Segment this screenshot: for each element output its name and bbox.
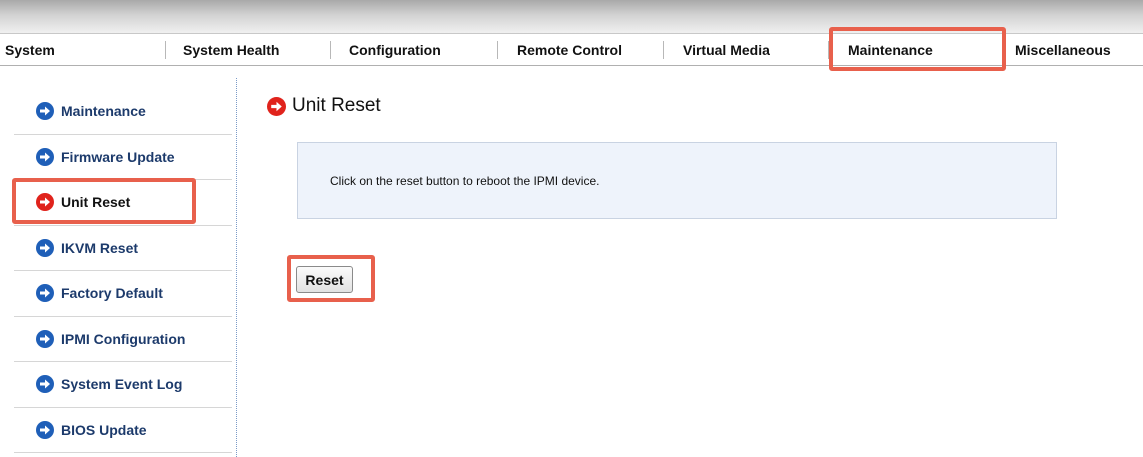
nav-separator xyxy=(828,41,829,59)
sidebar-item-label: IKVM Reset xyxy=(61,239,139,256)
sidebar-item-factory-default[interactable]: Factory Default xyxy=(14,271,232,317)
nav-separator xyxy=(497,41,498,59)
page-title: Unit Reset xyxy=(267,95,381,117)
sidebar-item-label: BIOS Update xyxy=(61,421,147,438)
sidebar-item-label: Unit Reset xyxy=(61,194,131,211)
nav-miscellaneous[interactable]: Miscellaneous xyxy=(1015,34,1111,66)
nav-system[interactable]: System xyxy=(5,34,55,66)
info-text: Click on the reset button to reboot the … xyxy=(330,174,600,188)
sidebar-item-bios-update[interactable]: BIOS Update xyxy=(14,408,232,453)
arrow-right-circle-icon xyxy=(36,420,54,439)
main-nav: System System Health Configuration Remot… xyxy=(0,33,1143,66)
page-title-text: Unit Reset xyxy=(292,95,381,116)
arrow-right-circle-icon xyxy=(36,238,54,257)
sidebar-item-ikvm-reset[interactable]: IKVM Reset xyxy=(14,226,232,271)
nav-maintenance[interactable]: Maintenance xyxy=(848,34,933,66)
nav-virtual-media[interactable]: Virtual Media xyxy=(683,34,770,66)
sidebar-item-maintenance[interactable]: Maintenance xyxy=(14,89,232,135)
sidebar-item-ipmi-configuration[interactable]: IPMI Configuration xyxy=(14,317,232,362)
nav-separator xyxy=(663,41,664,59)
sidebar: Maintenance Firmware Update Unit Reset I… xyxy=(14,89,232,453)
sidebar-item-firmware-update[interactable]: Firmware Update xyxy=(14,135,232,180)
arrow-right-circle-icon xyxy=(36,375,54,394)
nav-system-health[interactable]: System Health xyxy=(183,34,279,66)
sidebar-item-system-event-log[interactable]: System Event Log xyxy=(14,362,232,408)
nav-separator xyxy=(330,41,331,59)
arrow-right-circle-icon xyxy=(36,329,54,348)
arrow-right-circle-icon xyxy=(36,193,54,212)
sidebar-item-unit-reset[interactable]: Unit Reset xyxy=(14,180,232,226)
info-box: Click on the reset button to reboot the … xyxy=(297,142,1057,219)
sidebar-item-label: System Event Log xyxy=(61,376,183,393)
arrow-right-circle-icon xyxy=(267,96,286,116)
nav-configuration[interactable]: Configuration xyxy=(349,34,441,66)
sidebar-item-label: Maintenance xyxy=(61,103,146,120)
nav-remote-control[interactable]: Remote Control xyxy=(517,34,622,66)
reset-button[interactable]: Reset xyxy=(296,266,353,293)
nav-separator xyxy=(1003,41,1004,59)
arrow-right-circle-icon xyxy=(36,284,54,303)
sidebar-item-label: Factory Default xyxy=(61,285,163,302)
sidebar-divider xyxy=(236,78,237,457)
nav-separator xyxy=(165,41,166,59)
sidebar-item-label: Firmware Update xyxy=(61,148,175,165)
arrow-right-circle-icon xyxy=(36,102,54,121)
header-gradient-bar xyxy=(0,0,1143,33)
arrow-right-circle-icon xyxy=(36,147,54,166)
sidebar-item-label: IPMI Configuration xyxy=(61,330,186,347)
